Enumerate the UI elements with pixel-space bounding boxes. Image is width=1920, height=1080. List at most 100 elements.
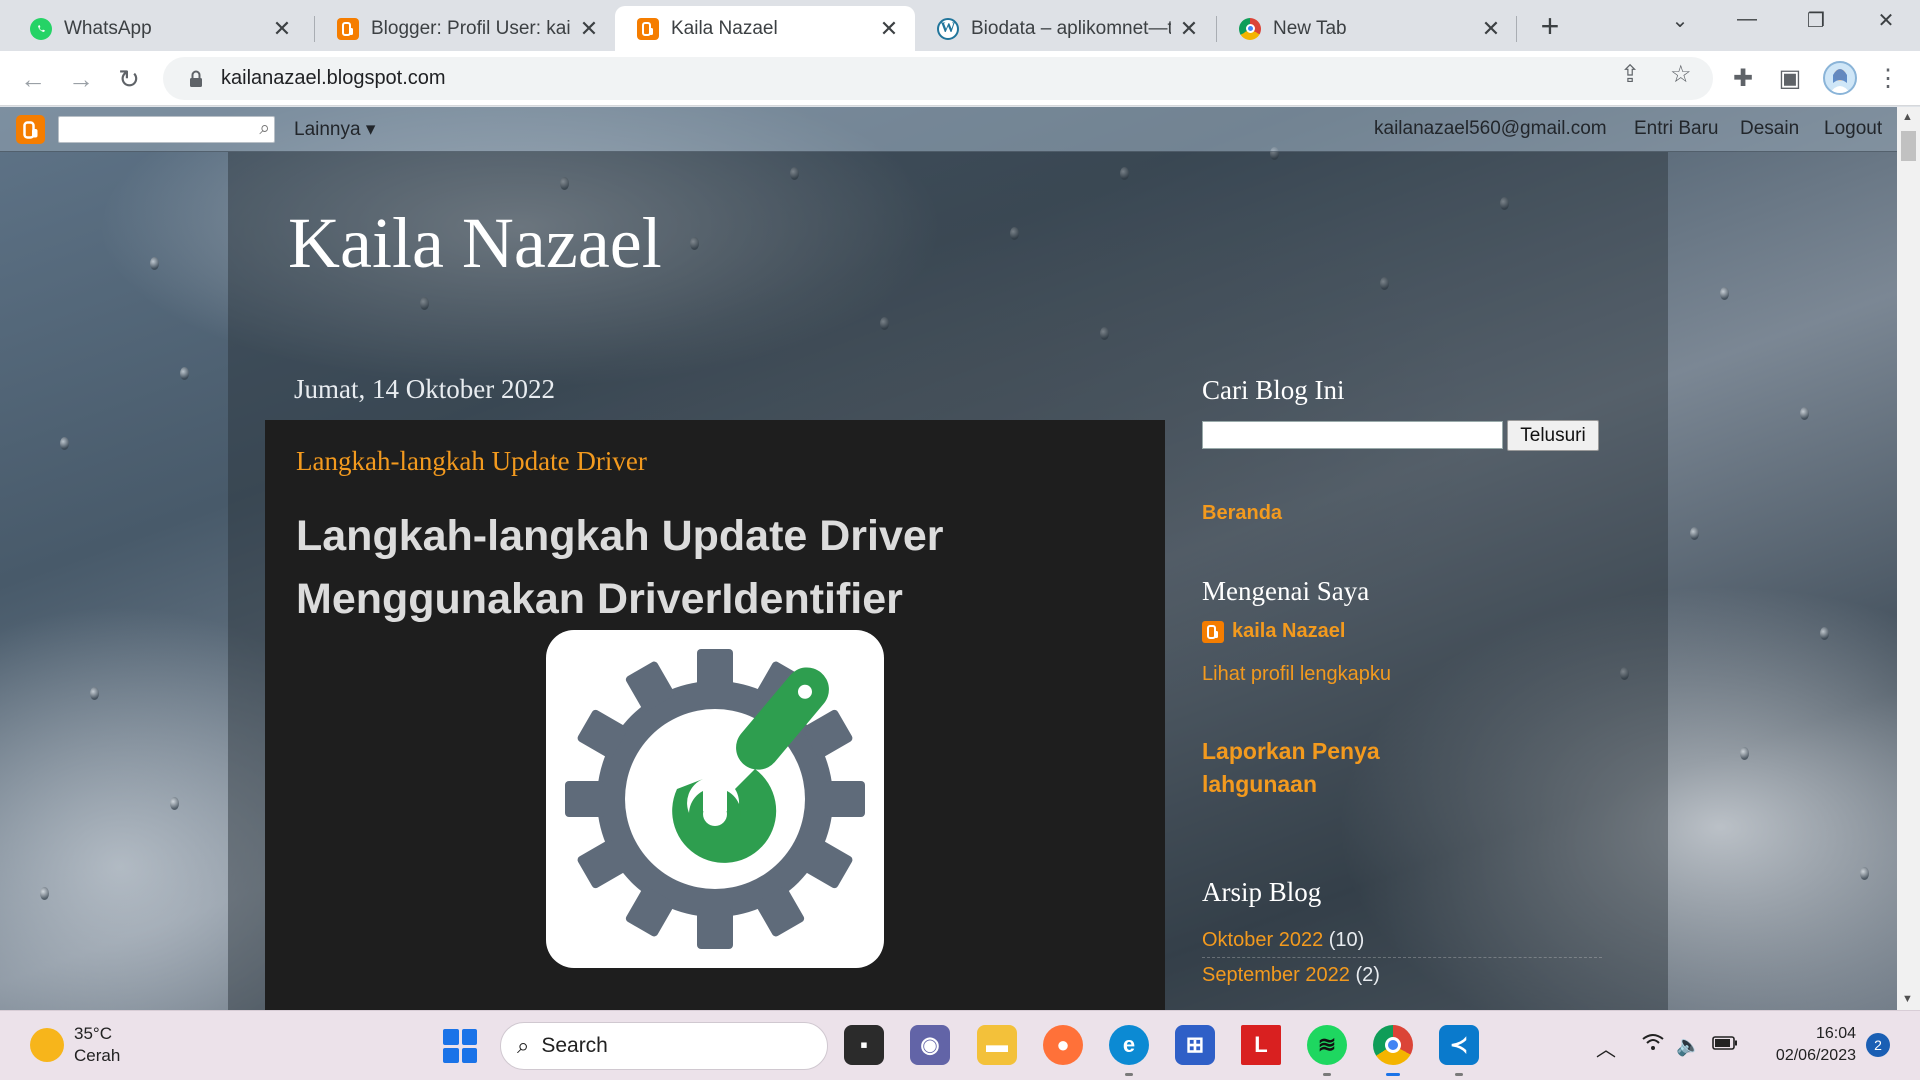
teams-chat-icon[interactable]: ◉ — [910, 1025, 950, 1065]
tab-title: Blogger: Profil User: kaila — [371, 17, 571, 39]
windows-taskbar: 35°C Cerah ⌕ Search ▪ ◉ ▬ ● e ⊞ L ≋ ≺ ︿ … — [0, 1010, 1920, 1080]
sun-icon — [30, 1028, 64, 1062]
temperature: 35°C — [74, 1024, 112, 1043]
tab-new-tab[interactable]: New Tab ✕ — [1217, 6, 1517, 51]
tab-title: New Tab — [1273, 17, 1347, 39]
wordpress-icon: W — [937, 17, 959, 40]
tab-blogger-profile[interactable]: Blogger: Profil User: kaila ✕ — [315, 6, 615, 51]
search-submit-button[interactable]: Telusuri — [1507, 420, 1599, 451]
archive-item-link[interactable]: Oktober 2022 — [1202, 929, 1323, 951]
page-scrollbar[interactable]: ▲ ▼ — [1897, 107, 1920, 1010]
notification-badge[interactable]: 2 — [1866, 1033, 1890, 1057]
new-tab-icon[interactable]: + — [1535, 10, 1565, 42]
address-bar[interactable]: kailanazael.blogspot.com — [163, 57, 1713, 100]
wifi-icon[interactable] — [1642, 1033, 1664, 1057]
restore-icon[interactable]: ❐ — [1796, 8, 1836, 33]
file-explorer-icon[interactable]: ▬ — [977, 1025, 1017, 1065]
bookmark-star-icon[interactable]: ☆ — [1670, 60, 1692, 89]
share-icon[interactable]: ⇪ — [1620, 60, 1640, 89]
driveridentifier-logo-image[interactable] — [546, 630, 884, 968]
close-tab-icon[interactable]: ✕ — [877, 16, 901, 42]
post-date: Jumat, 14 Oktober 2022 — [294, 374, 555, 404]
archive-divider — [1202, 957, 1602, 958]
blog-search-input[interactable] — [1202, 421, 1503, 449]
more-dropdown[interactable]: Lainnya ▾ — [294, 118, 375, 141]
l-app-icon[interactable]: L — [1241, 1025, 1281, 1065]
running-indicator — [1323, 1073, 1331, 1076]
browser-toolbar: ← → ↻ kailanazael.blogspot.com ⇪ ☆ ✚ ▣ ⋮ — [0, 51, 1920, 106]
archive-item[interactable]: September 2022 (2) — [1202, 964, 1380, 987]
logout-link[interactable]: Logout — [1824, 118, 1882, 140]
minimize-icon[interactable]: — — [1727, 8, 1767, 31]
windows-start-icon[interactable] — [443, 1029, 477, 1063]
blogger-search-input[interactable]: ⌕ — [58, 116, 275, 143]
blogger-icon — [337, 17, 359, 40]
weather-condition: Cerah — [74, 1046, 121, 1065]
chrome-taskbar-icon[interactable] — [1373, 1025, 1413, 1065]
chrome-icon — [1239, 17, 1261, 40]
profile-name-link[interactable]: kaila Nazael — [1232, 620, 1345, 643]
search-widget-heading: Cari Blog Ini — [1202, 375, 1345, 405]
post-title-link[interactable]: Langkah-langkah Update Driver — [296, 446, 647, 477]
show-hidden-icons-chevron-icon[interactable]: ︿ — [1596, 1033, 1616, 1062]
firefox-icon[interactable]: ● — [1043, 1025, 1083, 1065]
forward-icon[interactable]: → — [66, 64, 96, 95]
volume-icon[interactable]: 🔈 — [1676, 1033, 1701, 1058]
gear-wrench-icon — [565, 649, 865, 949]
scroll-up-icon[interactable]: ▲ — [1902, 111, 1913, 123]
running-indicator — [1125, 1073, 1133, 1076]
clock-date: 02/06/2023 — [1775, 1047, 1856, 1064]
blogger-logo-icon[interactable] — [16, 115, 45, 144]
close-tab-icon[interactable]: ✕ — [1479, 16, 1503, 42]
more-label: Lainnya — [294, 119, 361, 140]
full-profile-link[interactable]: Lihat profil lengkapku — [1202, 663, 1391, 686]
tab-title: Biodata – aplikomnet—ti — [971, 17, 1171, 39]
clock-time: 16:04 — [1815, 1025, 1856, 1042]
archive-heading: Arsip Blog — [1202, 877, 1322, 907]
account-email[interactable]: kailanazael560@gmail.com — [1374, 118, 1607, 140]
system-clock[interactable]: 16:04 02/06/2023 — [1760, 1023, 1856, 1067]
task-view-icon[interactable]: ▪ — [844, 1025, 884, 1065]
tab-strip: WhatsApp ✕ Blogger: Profil User: kaila ✕… — [0, 0, 1920, 51]
close-tab-icon[interactable]: ✕ — [1177, 16, 1201, 42]
post-heading: Langkah-langkah Update Driver Menggunaka… — [296, 512, 944, 623]
vscode-icon[interactable]: ≺ — [1439, 1025, 1479, 1065]
microsoft-store-icon[interactable]: ⊞ — [1175, 1025, 1215, 1065]
side-panel-icon[interactable]: ▣ — [1775, 64, 1805, 93]
back-icon[interactable]: ← — [18, 64, 48, 95]
report-abuse-link[interactable]: Laporkan Penyalahgunaan — [1202, 735, 1382, 801]
edge-icon[interactable]: e — [1109, 1025, 1149, 1065]
search-icon[interactable]: ⌕ — [259, 118, 270, 140]
search-icon: ⌕ — [517, 1033, 530, 1058]
archive-item-count: (10) — [1328, 929, 1365, 951]
lock-icon[interactable] — [183, 70, 209, 88]
battery-icon[interactable] — [1712, 1033, 1738, 1056]
taskbar-search[interactable]: ⌕ Search — [500, 1022, 828, 1070]
scroll-thumb[interactable] — [1901, 131, 1916, 161]
archive-item[interactable]: Oktober 2022 (10) — [1202, 929, 1364, 952]
about-heading: Mengenai Saya — [1202, 576, 1370, 606]
menu-kebab-icon[interactable]: ⋮ — [1873, 64, 1903, 93]
close-window-icon[interactable]: ✕ — [1866, 8, 1906, 33]
weather-widget[interactable]: 35°C Cerah — [30, 1023, 120, 1067]
tab-kaila-nazael[interactable]: Kaila Nazael ✕ — [615, 6, 915, 51]
profile-avatar[interactable] — [1823, 61, 1857, 95]
tab-biodata[interactable]: W Biodata – aplikomnet—ti ✕ — [915, 6, 1215, 51]
close-tab-icon[interactable]: ✕ — [270, 16, 294, 42]
profile-row[interactable]: kaila Nazael — [1202, 620, 1345, 643]
tab-separator — [1516, 16, 1517, 42]
archive-item-link[interactable]: September 2022 — [1202, 964, 1350, 986]
taskbar-search-label: Search — [541, 1034, 608, 1057]
new-post-link[interactable]: Entri Baru — [1634, 118, 1718, 140]
extensions-icon[interactable]: ✚ — [1728, 64, 1758, 93]
scroll-down-icon[interactable]: ▼ — [1902, 993, 1913, 1005]
tab-search-chevron-icon[interactable]: ⌄ — [1660, 8, 1700, 33]
close-tab-icon[interactable]: ✕ — [577, 16, 601, 42]
blogger-icon — [637, 17, 659, 40]
spotify-icon[interactable]: ≋ — [1307, 1025, 1347, 1065]
home-link[interactable]: Beranda — [1202, 502, 1282, 525]
reload-icon[interactable]: ↻ — [114, 64, 144, 95]
tab-whatsapp[interactable]: WhatsApp ✕ — [8, 6, 308, 51]
design-link[interactable]: Desain — [1740, 118, 1799, 140]
blog-title[interactable]: Kaila Nazael — [288, 202, 662, 285]
